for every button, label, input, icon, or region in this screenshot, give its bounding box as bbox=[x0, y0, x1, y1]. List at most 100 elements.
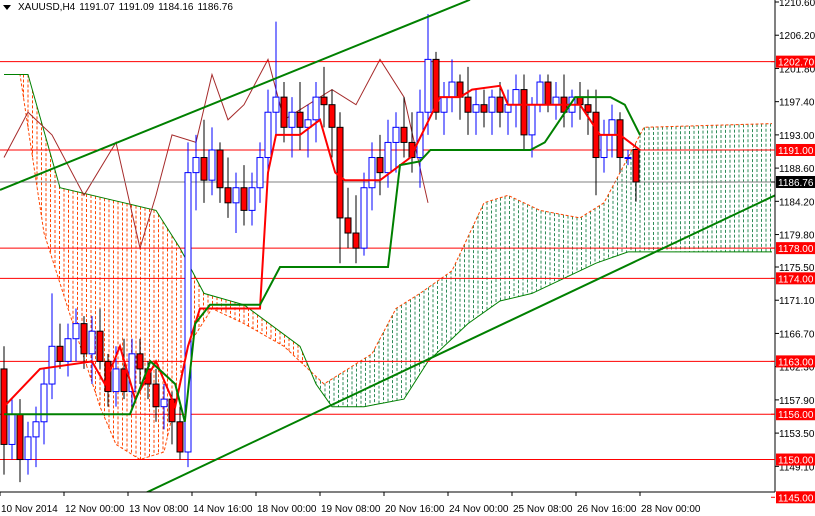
upper-channel-trendline bbox=[0, 0, 471, 191]
time-tick-label: 20 Nov 16:00 bbox=[385, 504, 445, 515]
candle bbox=[280, 82, 288, 143]
candle-body-bullish bbox=[288, 111, 296, 128]
candle bbox=[200, 119, 208, 203]
candle bbox=[216, 142, 224, 203]
candle bbox=[328, 89, 336, 158]
candle bbox=[592, 89, 600, 196]
candle bbox=[360, 172, 368, 256]
candle-body-bullish bbox=[536, 81, 544, 106]
candle-body-bullish bbox=[112, 368, 120, 393]
candle bbox=[136, 338, 144, 385]
candle bbox=[512, 74, 520, 128]
candle bbox=[288, 97, 296, 158]
candle-body-bearish bbox=[464, 96, 472, 113]
candle bbox=[544, 74, 552, 113]
price-tick-label: 1171.10 bbox=[779, 296, 815, 307]
candle bbox=[208, 127, 216, 196]
candle bbox=[16, 399, 24, 483]
price-chart[interactable]: 1210.601206.201201.801197.401193.001188.… bbox=[0, 0, 815, 516]
candle-body-bullish bbox=[248, 187, 256, 211]
candle bbox=[488, 89, 496, 135]
candle bbox=[8, 399, 16, 460]
candle-body-bearish bbox=[296, 111, 304, 128]
candle-body-bearish bbox=[496, 96, 504, 113]
candle bbox=[568, 89, 576, 128]
candle bbox=[32, 406, 40, 468]
price-tick-label: 1157.90 bbox=[779, 396, 815, 407]
candle bbox=[480, 89, 488, 128]
candle-body-bearish bbox=[616, 119, 624, 159]
candle-body-bullish bbox=[232, 187, 240, 204]
candle bbox=[464, 66, 472, 135]
candle-body-bullish bbox=[392, 126, 400, 143]
candle-body-bullish bbox=[624, 157, 632, 160]
candle-body-bearish bbox=[352, 232, 360, 249]
candle bbox=[448, 59, 456, 113]
candle bbox=[312, 82, 320, 143]
candle bbox=[472, 89, 480, 135]
candle bbox=[440, 82, 448, 135]
candle-body-bullish bbox=[384, 141, 392, 174]
candle-body-bearish bbox=[80, 323, 88, 355]
candle bbox=[56, 323, 64, 369]
candle-body-bullish bbox=[272, 96, 280, 113]
candle-body-bullish bbox=[208, 149, 216, 181]
candle bbox=[248, 172, 256, 226]
candle-body-bearish bbox=[592, 111, 600, 159]
candle-body-bearish bbox=[216, 149, 224, 189]
candle bbox=[520, 74, 528, 150]
plot-area bbox=[0, 0, 775, 492]
candle-body-bearish bbox=[480, 104, 488, 113]
candle bbox=[160, 384, 168, 430]
candle-body-bullish bbox=[608, 119, 616, 136]
price-tick-label: 1153.50 bbox=[779, 429, 815, 440]
candle-body-bullish bbox=[440, 96, 448, 113]
time-tick-label: 25 Nov 08:00 bbox=[513, 504, 573, 515]
price-tick-label: 1197.40 bbox=[779, 98, 815, 109]
candle-body-bearish bbox=[376, 157, 384, 174]
candle bbox=[336, 112, 344, 264]
time-tick-label: 28 Nov 00:00 bbox=[641, 504, 701, 515]
candle-body-bearish bbox=[632, 148, 640, 183]
price-tick-label: 1193.00 bbox=[779, 131, 815, 142]
level-price-label: 1174.00 bbox=[778, 274, 814, 285]
candle bbox=[504, 89, 512, 135]
candle-body-bearish bbox=[400, 126, 408, 143]
candle-body-bearish bbox=[200, 157, 208, 181]
time-tick-label: 24 Nov 00:00 bbox=[449, 504, 509, 515]
candle bbox=[224, 157, 232, 218]
time-tick-label: 19 Nov 08:00 bbox=[321, 504, 381, 515]
candle-body-bearish bbox=[328, 104, 336, 128]
price-tick-label: 1179.80 bbox=[779, 231, 815, 242]
candle-body-bullish bbox=[600, 134, 608, 159]
candle bbox=[384, 119, 392, 188]
current-price-label: 1186.76 bbox=[778, 178, 814, 189]
candle-body-bullish bbox=[448, 81, 456, 98]
candle-body-bearish bbox=[56, 345, 64, 362]
candle-body-bearish bbox=[544, 81, 552, 106]
time-tick-label: 10 Nov 2014 bbox=[1, 504, 58, 515]
candle-body-bearish bbox=[344, 217, 352, 234]
candle bbox=[256, 142, 264, 203]
level-price-label: 1145.00 bbox=[778, 493, 814, 504]
candle bbox=[240, 165, 248, 226]
candle bbox=[392, 112, 400, 173]
candle-body-bearish bbox=[152, 383, 160, 408]
candle bbox=[0, 346, 8, 475]
candle bbox=[88, 316, 96, 385]
candle-body-bearish bbox=[520, 89, 528, 136]
candle-body-bullish bbox=[552, 96, 560, 106]
candle bbox=[72, 308, 80, 362]
candle bbox=[320, 66, 328, 128]
time-tick-label: 13 Nov 08:00 bbox=[129, 504, 189, 515]
candle-body-bullish bbox=[424, 58, 432, 113]
level-price-label: 1191.00 bbox=[778, 146, 814, 157]
time-tick-label: 12 Nov 00:00 bbox=[65, 504, 125, 515]
candle-body-bullish bbox=[472, 104, 480, 113]
candle bbox=[632, 148, 640, 202]
candle-body-bearish bbox=[240, 187, 248, 211]
candle-body-bullish bbox=[528, 104, 536, 136]
price-tick-label: 1210.60 bbox=[779, 0, 815, 9]
candle bbox=[48, 293, 56, 400]
candle bbox=[40, 368, 48, 445]
